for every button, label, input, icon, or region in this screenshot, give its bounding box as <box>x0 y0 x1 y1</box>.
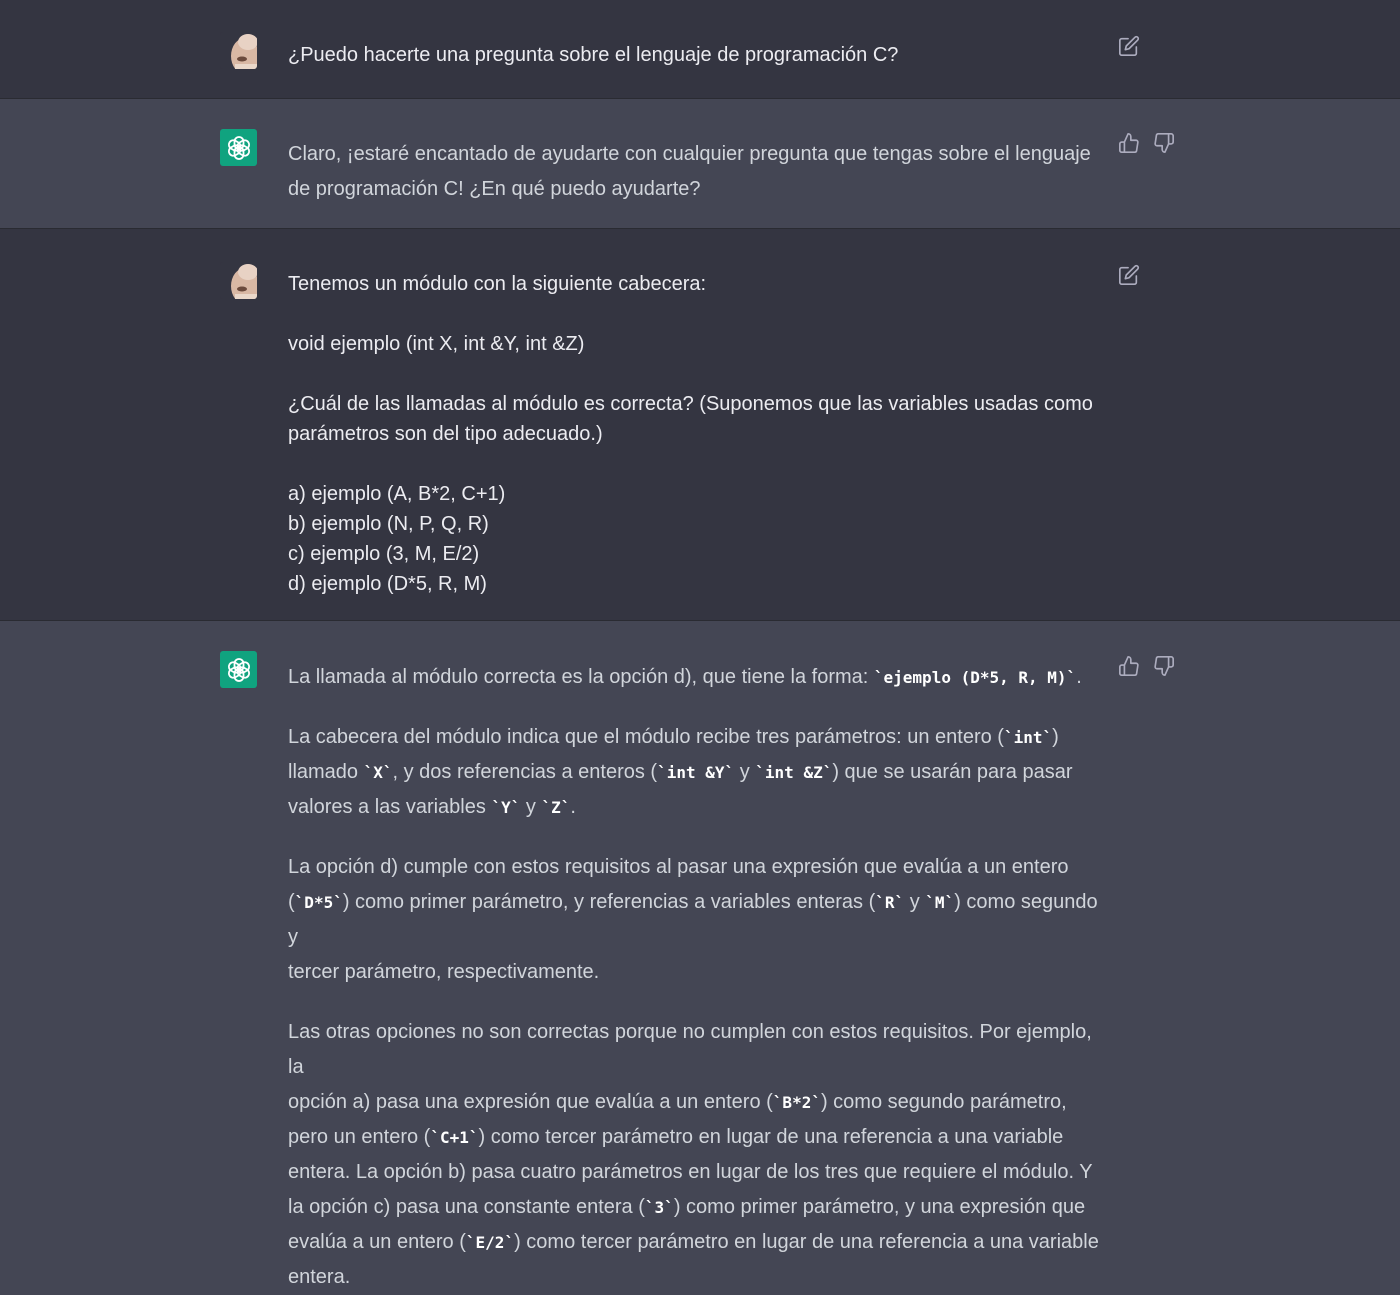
message-line: Tenemos un módulo con la siguiente cabec… <box>288 273 707 295</box>
message-line: ¿Puedo hacerte una pregunta sobre el len… <box>288 44 899 66</box>
text-run: ) como segundo parámetro, <box>820 1091 1067 1113</box>
inline-code: `X` <box>363 763 393 782</box>
message-line: ¿Cuál de las llamadas al módulo es corre… <box>288 393 1093 415</box>
user-message-1: ¿Puedo hacerte una pregunta sobre el len… <box>0 0 1400 99</box>
thumbs-down-icon[interactable] <box>1153 655 1175 677</box>
edit-icon[interactable] <box>1118 35 1140 57</box>
user-avatar <box>220 32 257 69</box>
text-run: valores a las variables <box>288 796 492 818</box>
inline-code: `B*2` <box>772 1093 821 1112</box>
text-run: . <box>570 796 576 818</box>
thumbs-down-icon[interactable] <box>1153 132 1175 154</box>
paragraph-4-line-4: entera. La opción b) pasa cuatro parámet… <box>288 1161 1093 1183</box>
paragraph-4-line-2: opción a) pasa una expresión que evalúa … <box>288 1085 1108 1120</box>
inline-code: `Y` <box>491 798 521 817</box>
text-run: ) <box>1052 726 1059 748</box>
paragraph-2-line-3: valores a las variables `Y` y `Z`. <box>288 790 1108 825</box>
text-run: ) como primer parámetro, y referencias a… <box>342 891 876 913</box>
inline-code: `Z` <box>541 798 571 817</box>
openai-logo-icon <box>220 651 257 688</box>
message-line: parámetros son del tipo adecuado.) <box>288 423 603 445</box>
option-c: c) ejemplo (3, M, E/2) <box>288 543 480 565</box>
paragraph-4-line-3: pero un entero (`C+1`) como tercer parám… <box>288 1120 1108 1155</box>
text-run: ) que se usarán para pasar <box>832 761 1073 783</box>
paragraph-3-line-2: (`D*5`) como primer parámetro, y referen… <box>288 885 1108 955</box>
inline-code: `3` <box>644 1198 674 1217</box>
paragraph-4-line-1: Las otras opciones no son correctas porq… <box>288 1021 1092 1078</box>
inline-code: `int &Z` <box>755 763 833 782</box>
inline-code: `C+1` <box>430 1128 479 1147</box>
message-text: ¿Puedo hacerte una pregunta sobre el len… <box>288 40 1108 70</box>
paragraph-3-line-1: La opción d) cumple con estos requisitos… <box>288 856 1069 878</box>
text-run: y <box>904 891 926 913</box>
text-run: ) como tercer parámetro en lugar de una … <box>478 1126 1064 1148</box>
option-a: a) ejemplo (A, B*2, C+1) <box>288 483 506 505</box>
text-run: opción a) pasa una expresión que evalúa … <box>288 1091 773 1113</box>
openai-logo-icon <box>220 129 257 166</box>
text-run: La llamada al módulo correcta es la opci… <box>288 666 874 688</box>
option-b: b) ejemplo (N, P, Q, R) <box>288 513 489 535</box>
user-avatar <box>220 262 257 299</box>
paragraph-4-line-5: la opción c) pasa una constante entera (… <box>288 1190 1108 1225</box>
paragraph-1: La llamada al módulo correcta es la opci… <box>288 660 1108 695</box>
inline-code: `int &Y` <box>657 763 735 782</box>
edit-icon[interactable] <box>1118 264 1140 286</box>
text-run: y <box>734 761 756 783</box>
inline-code: `E/2` <box>465 1233 515 1252</box>
inline-code: `int` <box>1003 728 1053 747</box>
paragraph-4-line-6: evalúa a un entero (`E/2`) como tercer p… <box>288 1225 1108 1260</box>
paragraph-3-line-3: tercer parámetro, respectivamente. <box>288 961 600 983</box>
assistant-message-1: Claro, ¡estaré encantado de ayudarte con… <box>0 99 1400 229</box>
inline-code: `D*5` <box>294 893 343 912</box>
text-run: ( <box>288 891 295 913</box>
code-signature: void ejemplo (int X, int &Y, int &Z) <box>288 333 585 355</box>
text-run: ) como primer parámetro, y una expresión… <box>673 1196 1086 1218</box>
text-run: la opción c) pasa una constante entera ( <box>288 1196 645 1218</box>
user-message-2: Tenemos un módulo con la siguiente cabec… <box>0 229 1400 621</box>
inline-code: `ejemplo (D*5, R, M)` <box>873 668 1077 687</box>
text-run: , y dos referencias a enteros ( <box>392 761 658 783</box>
message-text: La llamada al módulo correcta es la opci… <box>288 660 1108 1295</box>
text-run: y <box>520 796 542 818</box>
thumbs-up-icon[interactable] <box>1118 655 1140 677</box>
message-line: Claro, ¡estaré encantado de ayudarte con… <box>288 143 1091 165</box>
text-run: La cabecera del módulo indica que el mód… <box>288 726 1004 748</box>
inline-code: `R` <box>875 893 905 912</box>
assistant-message-2: La llamada al módulo correcta es la opci… <box>0 621 1400 1288</box>
inline-code: `M` <box>925 893 955 912</box>
text-run: . <box>1076 666 1082 688</box>
paragraph-2-line-2: llamado `X`, y dos referencias a enteros… <box>288 755 1108 790</box>
text-run: pero un entero ( <box>288 1126 431 1148</box>
message-text: Claro, ¡estaré encantado de ayudarte con… <box>288 137 1108 207</box>
paragraph-4-line-7: entera. <box>288 1266 351 1288</box>
option-d: d) ejemplo (D*5, R, M) <box>288 573 487 595</box>
message-text: Tenemos un módulo con la siguiente cabec… <box>288 269 1108 599</box>
text-run: llamado <box>288 761 364 783</box>
paragraph-2-line-1: La cabecera del módulo indica que el mód… <box>288 720 1108 755</box>
thumbs-up-icon[interactable] <box>1118 132 1140 154</box>
message-line: de programación C! ¿En qué puedo ayudart… <box>288 178 701 200</box>
